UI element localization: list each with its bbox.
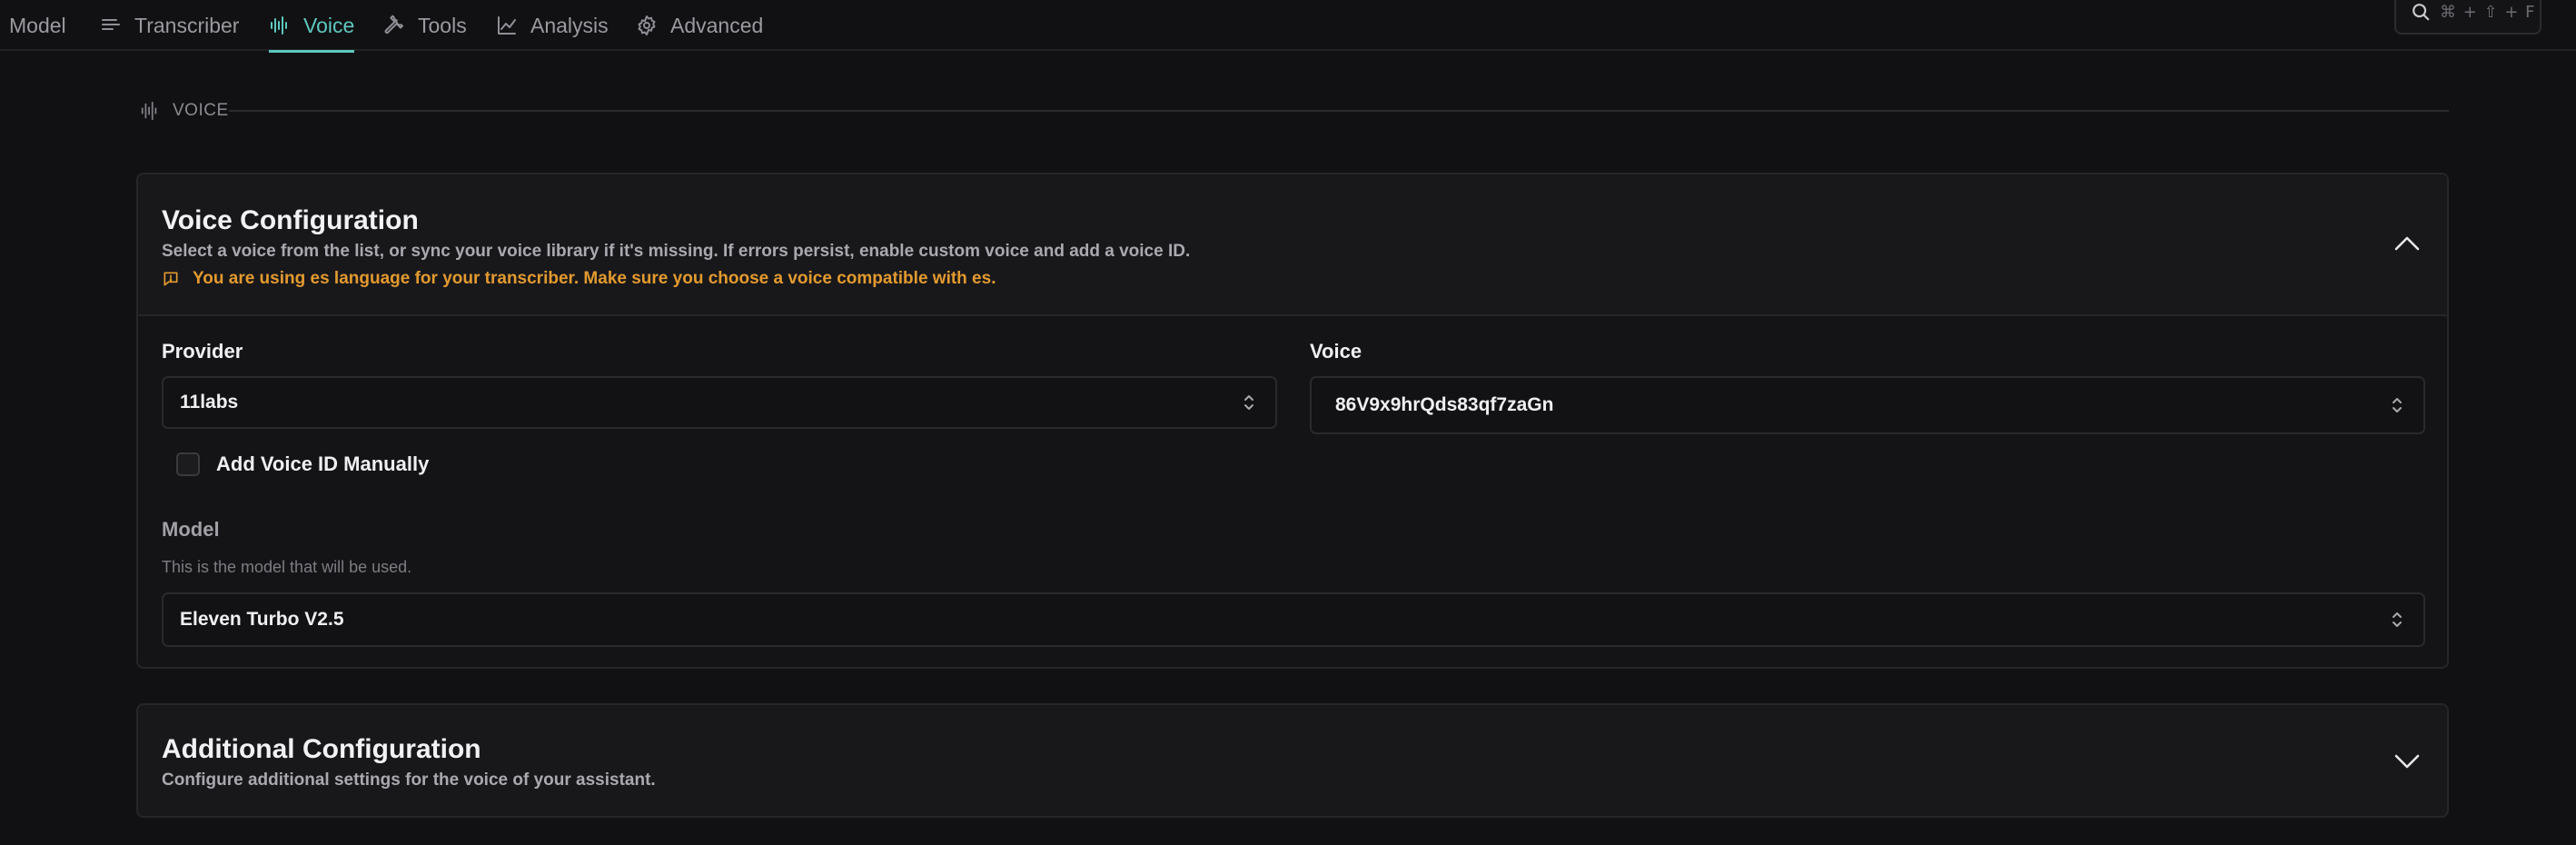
voice-configuration-card: Voice Configuration Select a voice from …	[136, 173, 2449, 669]
voice-configuration-header[interactable]: Voice Configuration Select a voice from …	[138, 174, 2447, 316]
tab-label: Model	[9, 13, 66, 37]
voice-label: Voice	[1310, 340, 1362, 363]
tab-bar: Model Transcriber Voice Tools Analysis A…	[0, 0, 2576, 53]
app-root: Model Transcriber Voice Tools Analysis A…	[0, 0, 2576, 845]
tab-label: Voice	[303, 13, 355, 37]
chart-line-icon	[496, 15, 518, 36]
tab-label: Transcriber	[134, 13, 240, 37]
card-title: Additional Configuration	[162, 734, 481, 764]
card-title: Voice Configuration	[162, 205, 419, 235]
model-value: Eleven Turbo V2.5	[180, 609, 344, 630]
provider-value: 11labs	[180, 392, 239, 413]
tab-label: Analysis	[530, 13, 609, 37]
section-header: VOICE	[140, 98, 229, 124]
waveform-icon	[269, 15, 291, 36]
model-select[interactable]: Eleven Turbo V2.5	[162, 592, 2425, 647]
tab-voice[interactable]: Voice	[269, 0, 355, 53]
tab-label: Advanced	[670, 13, 764, 37]
chevron-down-icon	[2393, 752, 2421, 770]
chevron-up-down-icon	[1243, 393, 1255, 413]
provider-select[interactable]: 11labs	[162, 376, 1277, 429]
collapse-button[interactable]	[2391, 227, 2423, 260]
add-voice-id-checkbox[interactable]	[176, 452, 200, 476]
card-description: Select a voice from the list, or sync yo…	[162, 242, 1191, 261]
tab-transcriber[interactable]: Transcriber	[100, 0, 239, 51]
model-help-text: This is the model that will be used.	[162, 558, 412, 576]
additional-configuration-card[interactable]: Additional Configuration Configure addit…	[136, 703, 2449, 818]
card-description: Configure additional settings for the vo…	[162, 770, 656, 790]
model-label: Model	[162, 518, 220, 541]
chevron-up-down-icon	[2391, 610, 2403, 630]
gear-icon	[636, 15, 658, 36]
voice-select[interactable]: 86V9x9hrQds83qf7zaGn	[1310, 376, 2425, 434]
waveform-icon	[140, 101, 160, 121]
chevron-up-icon	[2393, 234, 2421, 253]
chevron-up-down-icon	[2391, 395, 2403, 415]
warning-text: You are using es language for your trans…	[193, 269, 996, 288]
search-shortcut: ⌘ + ⇧ + F	[2440, 2, 2536, 22]
section-divider	[229, 110, 2449, 112]
tab-advanced[interactable]: Advanced	[636, 0, 763, 51]
add-voice-id-manually-toggle[interactable]: Add Voice ID Manually	[176, 452, 429, 476]
language-warning: You are using es language for your trans…	[162, 269, 996, 289]
tab-tools[interactable]: Tools	[383, 0, 467, 51]
expand-button[interactable]	[2391, 745, 2423, 778]
tab-model[interactable]: Model	[9, 0, 66, 51]
checkbox-label: Add Voice ID Manually	[216, 452, 430, 475]
wrench-icon	[383, 15, 405, 36]
message-alert-icon	[162, 270, 180, 288]
section-title: VOICE	[173, 101, 229, 120]
search-button[interactable]: ⌘ + ⇧ + F	[2394, 0, 2541, 35]
provider-label: Provider	[162, 340, 243, 363]
search-icon	[2411, 2, 2431, 22]
lines-icon	[100, 15, 122, 36]
voice-value: 86V9x9hrQds83qf7zaGn	[1335, 394, 1554, 415]
tab-analysis[interactable]: Analysis	[496, 0, 609, 51]
tab-label: Tools	[418, 13, 467, 37]
